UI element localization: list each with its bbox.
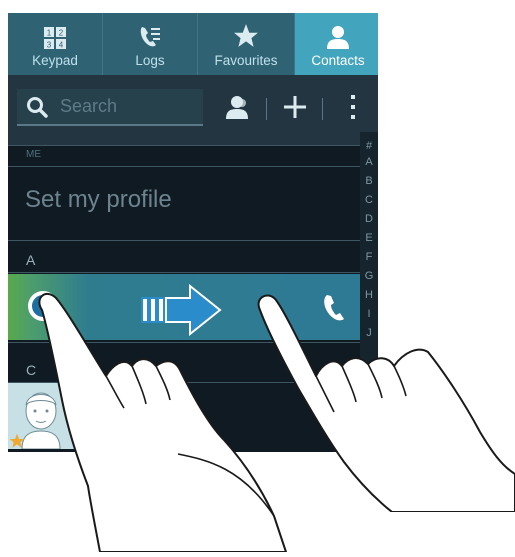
add-icon — [284, 95, 306, 123]
keypad-icon: 1 2 3 4 — [35, 13, 75, 49]
tab-bar: 1 2 3 4 Keypad Logs Favourites Contacts — [8, 13, 378, 75]
tab-contacts-label: Contacts — [311, 53, 365, 68]
index-letter[interactable]: C — [360, 194, 378, 206]
section-header-me: ME — [26, 149, 41, 160]
divider — [8, 272, 360, 273]
toolbar-separator — [322, 98, 323, 120]
index-letter[interactable]: G — [360, 270, 378, 282]
set-my-profile[interactable]: Set my profile — [25, 186, 172, 214]
tab-favourites[interactable]: Favourites — [198, 13, 295, 75]
tab-keypad[interactable]: 1 2 3 4 Keypad — [8, 13, 103, 75]
keypad-digit: 2 — [59, 29, 64, 38]
index-letter[interactable]: A — [360, 156, 378, 168]
more-icon — [350, 94, 356, 124]
star-icon — [226, 13, 266, 49]
contact-icon — [318, 13, 358, 49]
index-letter[interactable]: D — [360, 213, 378, 225]
keypad-digit: 3 — [47, 41, 52, 50]
add-contact-icon — [225, 95, 251, 124]
toolbar-separator — [266, 98, 267, 120]
favourite-star-icon — [9, 433, 25, 454]
divider — [8, 166, 360, 167]
tab-contacts[interactable]: Contacts — [295, 13, 378, 75]
index-letter[interactable]: E — [360, 232, 378, 244]
search-placeholder: Search — [60, 96, 118, 116]
divider — [8, 240, 360, 241]
tab-keypad-label: Keypad — [32, 53, 78, 68]
hand-end-illustration — [252, 292, 515, 517]
index-letter[interactable]: B — [360, 175, 378, 187]
keypad-digit: 1 — [47, 29, 52, 38]
add-button[interactable] — [278, 92, 312, 126]
keypad-digit: 4 — [59, 41, 64, 50]
section-header-a: A — [26, 252, 36, 268]
tab-logs[interactable]: Logs — [103, 13, 198, 75]
add-contact-button[interactable] — [218, 92, 258, 126]
tab-logs-label: Logs — [135, 53, 165, 68]
tab-favourites-label: Favourites — [214, 53, 278, 68]
divider — [8, 145, 360, 146]
index-letter[interactable]: # — [360, 140, 378, 152]
index-letter[interactable]: F — [360, 251, 378, 263]
logs-icon — [130, 13, 170, 49]
search-icon — [26, 96, 48, 123]
more-options-button[interactable] — [338, 92, 368, 126]
